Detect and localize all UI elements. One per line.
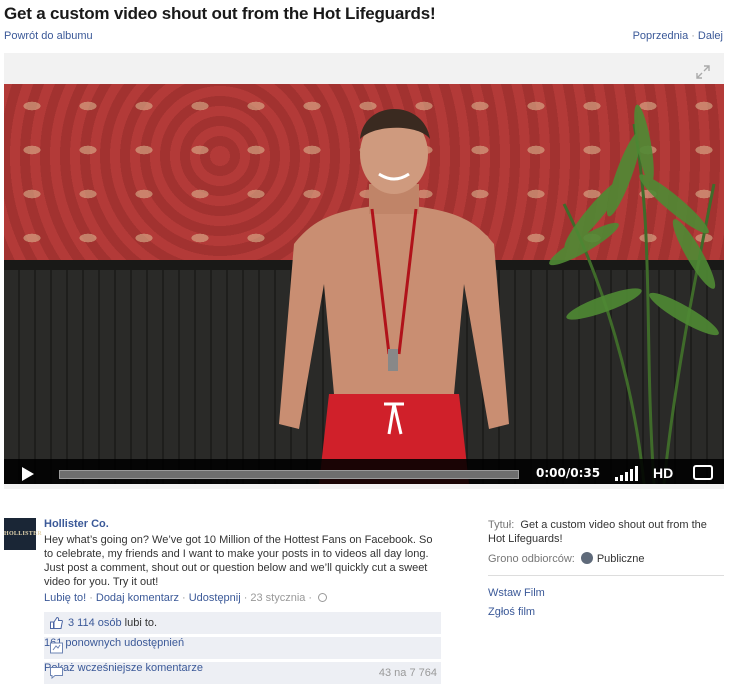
comment-icon [50, 667, 63, 679]
hd-toggle[interactable]: HD [653, 465, 673, 481]
title-label: Tytuł: [488, 519, 515, 531]
action-separator: · [243, 592, 248, 604]
thumbs-up-icon [50, 617, 63, 629]
volume-icon[interactable] [613, 465, 643, 481]
progress-bar[interactable] [59, 470, 519, 479]
title-value: Get a custom video shout out from the Ho… [488, 519, 707, 545]
pager-separator: · [691, 30, 695, 42]
more-comments-row: Pokaż wcześniejsze komentarze 43 na 7 76… [44, 662, 441, 685]
audience-label: Grono odbiorców: [488, 553, 575, 565]
post-actions: Lubię to! · Dodaj komentarz · Udostępnij · 23 … [44, 592, 328, 604]
share-icon [50, 642, 63, 654]
owner-name-link[interactable]: Hollister Co. [44, 518, 109, 530]
likes-text: 3 114 osób lubi to. [68, 617, 157, 629]
action-separator: · [89, 592, 93, 604]
action-separator: · [182, 592, 186, 604]
share-link[interactable]: Udostępnij [189, 592, 241, 604]
next-link[interactable]: Dalej [698, 30, 723, 42]
add-comment-link[interactable]: Dodaj komentarz [96, 592, 179, 604]
expand-icon[interactable] [696, 65, 710, 79]
time-display: 0:00/0:35 [536, 466, 601, 480]
avatar[interactable]: HOLLISTER [4, 518, 42, 550]
clock-icon[interactable] [318, 593, 328, 602]
globe-icon[interactable] [580, 552, 593, 564]
likes-suffix: lubi to. [121, 617, 158, 629]
album-pager: Poprzednia · Dalej [633, 30, 723, 42]
fullscreen-icon[interactable] [693, 465, 713, 480]
lifeguard-image [279, 109, 509, 484]
shares-row: 161 ponownych udostępnień [44, 637, 441, 660]
back-to-album-link[interactable]: Powrót do albumu [4, 30, 93, 42]
palm-plant-image [549, 104, 719, 484]
video-frame[interactable]: 0:00/0:35 HD [4, 84, 724, 484]
likes-row: 3 114 osób lubi to. [44, 612, 441, 635]
audience-value[interactable]: Publiczne [597, 553, 645, 565]
like-link[interactable]: Lubię to! [44, 592, 86, 604]
page-title: Get a custom video shout out from the Ho… [4, 4, 436, 23]
action-separator: · [308, 592, 313, 604]
play-icon[interactable] [22, 467, 34, 481]
shares-link[interactable]: 161 ponownych udostępnień [44, 637, 184, 649]
audience-meta: Grono odbiorców: Publiczne [488, 552, 724, 565]
sidebar-divider [488, 575, 724, 576]
report-video-link[interactable]: Zgłoś film [488, 606, 724, 618]
previous-link[interactable]: Poprzednia [633, 30, 689, 42]
likes-count-link[interactable]: 3 114 osób [68, 617, 122, 629]
view-previous-comments-link[interactable]: Pokaż wcześniejsze komentarze [44, 662, 203, 674]
comments-count: 43 na 7 764 [378, 667, 437, 679]
video-stage: 0:00/0:35 HD [4, 53, 724, 489]
post-date[interactable]: 23 stycznia [250, 592, 305, 604]
video-description: Hey what’s going on? We’ve got 10 Millio… [44, 534, 433, 588]
video-title-meta: Tytuł: Get a custom video shout out from… [488, 518, 724, 546]
embed-video-link[interactable]: Wstaw Film [488, 587, 724, 599]
video-controls: 0:00/0:35 HD [4, 459, 724, 484]
